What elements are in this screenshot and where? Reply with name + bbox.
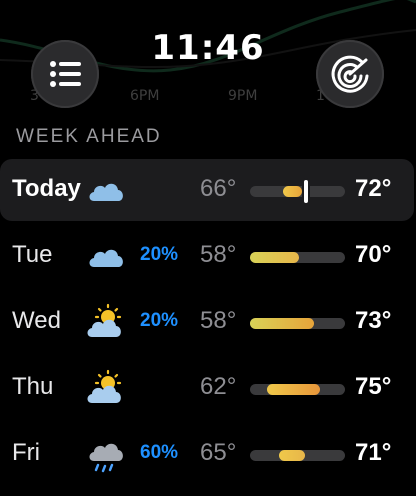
- section-title: WEEK AHEAD: [16, 126, 162, 147]
- day-label: Today: [12, 175, 81, 202]
- low-temp: 62°: [200, 373, 237, 400]
- current-temp-marker: [304, 180, 309, 203]
- temp-range-bar: [250, 318, 345, 329]
- radar-button[interactable]: [316, 40, 384, 108]
- precip-chance: 60%: [140, 442, 179, 463]
- temp-range-fill: [279, 450, 306, 461]
- temp-range-fill: [250, 252, 300, 263]
- cloud-icon: [89, 249, 123, 267]
- hour-label: 9PM: [228, 88, 258, 104]
- temp-range-fill: [250, 318, 314, 329]
- precip-chance: 20%: [140, 244, 179, 265]
- day-label: Thu: [12, 373, 54, 400]
- forecast-row-today[interactable]: Today 66° 72°: [0, 159, 414, 221]
- temp-range-bar: [250, 252, 345, 263]
- low-temp: 65°: [200, 439, 237, 466]
- forecast-row-wed[interactable]: Wed 20% 58° 73°: [0, 291, 416, 353]
- high-temp: 71°: [355, 439, 392, 466]
- high-temp: 70°: [355, 241, 392, 268]
- day-label: Fri: [12, 439, 40, 466]
- high-temp: 73°: [355, 307, 392, 334]
- hour-label: 6PM: [130, 88, 160, 104]
- temp-range-fill: [267, 384, 321, 395]
- temp-range-bar: [250, 450, 345, 461]
- day-label: Tue: [12, 241, 53, 268]
- partly-sunny-icon: [87, 303, 122, 337]
- temp-range-fill: [283, 186, 303, 197]
- rain-cloud-icon: [89, 443, 123, 473]
- radar-icon: [331, 55, 369, 93]
- forecast-row-thu[interactable]: Thu 62° 75°: [0, 357, 416, 419]
- low-temp: 58°: [200, 307, 237, 334]
- high-temp: 72°: [355, 175, 392, 202]
- temp-range-bar: [250, 384, 345, 395]
- high-temp: 75°: [355, 373, 392, 400]
- cloud-icon: [89, 183, 123, 201]
- low-temp: 58°: [200, 241, 237, 268]
- temp-range-bar: [250, 180, 345, 203]
- forecast-row-fri[interactable]: Fri 60% 65° 71°: [0, 423, 416, 485]
- day-label: Wed: [12, 307, 61, 334]
- low-temp: 66°: [200, 175, 237, 202]
- precip-chance: 20%: [140, 310, 179, 331]
- partly-sunny-icon: [87, 369, 122, 403]
- forecast-row-tue[interactable]: Tue 20% 58° 70°: [0, 225, 416, 287]
